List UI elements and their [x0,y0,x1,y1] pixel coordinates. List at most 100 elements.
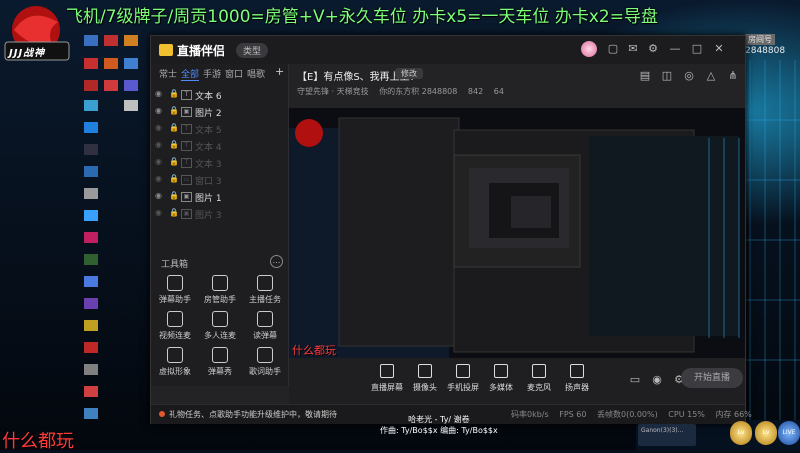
stream-preview[interactable] [289,108,745,358]
tool-label: 弹幕助手 [159,295,191,304]
visibility-icon[interactable]: ◉ [155,174,162,183]
viewer-count: 842 [467,87,484,96]
skin-icon[interactable]: ▢ [607,43,619,55]
danmaku-show-icon [212,347,228,363]
app-brand: 直播伴侣 [159,42,225,59]
mode-selector[interactable]: 类型 [236,43,269,58]
tool-6[interactable]: 读弹幕 [243,311,287,341]
visibility-icon[interactable]: ◉ [155,157,162,166]
visibility-icon[interactable]: ◉ [155,106,162,115]
avatar[interactable] [581,41,597,57]
live-companion-window: 直播伴侣 类型 ▢ ✉ ⚙ — □ ✕ 常士 全部 手游 窗口 唱歌 + ◉ 🔒 T… [150,35,752,424]
scene-panel: 常士 全部 手游 窗口 唱歌 + ◉ 🔒 T 文本 6 ◉ 🔒 ▣ 图片 2 ◉ 🔒 T 文本 5 ◉ 🔒… [151,64,289,386]
control-label: 扬声器 [565,383,589,392]
tool-1[interactable]: 弹幕助手 [153,275,197,305]
tab-4[interactable]: 唱歌 [247,67,265,80]
eye-icon[interactable]: ◉ [651,374,663,386]
live-badge: LIVE [778,421,800,445]
layer-item[interactable]: ◉ 🔒 ▭ 窗口 3 [155,173,281,189]
share-icon[interactable]: ⋔ [727,70,739,82]
tool-9[interactable]: 歌词助手 [243,347,287,377]
overlay-mid-text: 什么都玩 [292,344,336,357]
tab-1[interactable]: 全部 [181,67,200,81]
lock-icon[interactable]: 🔒 [169,157,179,166]
lock-icon[interactable]: 🔒 [169,140,179,149]
layer-item[interactable]: ◉ 🔒 ▣ 图片 2 [155,105,281,121]
status-text: 礼物任务、点歌助手功能升级维护中，敬请期待 [169,410,337,419]
camera-icon [418,364,432,378]
layer-type-icon: T [181,141,192,151]
dropped-frames: 丢帧数0(0.00%) [597,410,658,419]
tool-3[interactable]: 主播任务 [243,275,287,305]
lock-icon[interactable]: 🔒 [169,191,179,200]
close-icon[interactable]: ✕ [713,43,725,55]
song-ticker: 哈老光 - Ty/ 谢卷 作曲: Ty/Bo$$x 编曲: Ty/Bo$$x [380,414,498,436]
layer-item[interactable]: ◉ 🔒 T 文本 3 [155,156,281,172]
control-label: 麦克风 [527,383,551,392]
fan-count: 64 [493,87,504,96]
settings-icon[interactable]: ⚙ [647,43,659,55]
overlay-promo-text: 飞机/7级牌子/周贡1000=房管+V+永久车位 办卡x5=一天车位 办卡x2=… [66,7,658,27]
tool-4[interactable]: 视频连麦 [153,311,197,341]
tab-0[interactable]: 常士 [159,67,177,80]
level-badge-2: Lv [755,421,777,445]
tab-3[interactable]: 窗口 [225,67,243,80]
tool-label: 歌词助手 [249,367,281,376]
app-logo-icon [159,44,173,56]
stream-stats: 码率0kb/s FPS 60 丢帧数0(0.00%) CPU 15% 内存 66… [511,409,760,420]
notification-icon[interactable]: △ [705,70,717,82]
read-danmaku-icon [257,311,273,327]
mail-icon[interactable]: ✉ [627,43,639,55]
layer-type-icon: ▭ [181,175,192,185]
speaker-icon [570,364,584,378]
tool-7[interactable]: 虚拟形象 [153,347,197,377]
control-label: 多媒体 [489,383,513,392]
tool-8[interactable]: 弹幕秀 [198,347,242,377]
control-label: 直播屏幕 [371,383,403,392]
tool-5[interactable]: 多人连麦 [198,311,242,341]
layer-item[interactable]: ◉ 🔒 T 文本 4 [155,139,281,155]
camera-switch-icon[interactable]: ◎ [683,70,695,82]
modify-title-button[interactable]: 修改 [395,68,423,79]
toolbox-more-button[interactable]: … [270,255,283,268]
lock-icon[interactable]: 🔒 [169,174,179,183]
media-icon [494,364,508,378]
visibility-icon[interactable]: ◉ [155,89,162,98]
multi-link-icon [212,311,228,327]
tool-label: 房管助手 [204,295,236,304]
lock-icon[interactable]: 🔒 [169,208,179,217]
layer-name: 文本 4 [195,143,222,153]
fps: FPS 60 [559,410,587,419]
source-controls: 直播屏幕 摄像头 手机投屏 多媒体 麦克风 扬声器 ▭ ◉ ⚙ [289,358,745,404]
game-category[interactable]: 守望先锋 · 天梯竞技 [297,87,369,96]
visibility-icon[interactable]: ◉ [155,208,162,217]
lock-icon[interactable]: 🔒 [169,106,179,115]
tool-2[interactable]: 房管助手 [198,275,242,305]
phone-cast-icon [456,364,470,378]
tool-label: 主播任务 [249,295,281,304]
layer-type-icon: T [181,124,192,134]
layer-name: 图片 3 [195,211,222,221]
visibility-icon[interactable]: ◉ [155,123,162,132]
record-icon[interactable]: ▭ [629,374,641,386]
layer-item[interactable]: ◉ 🔒 ▣ 图片 1 [155,190,281,206]
layer-type-icon: T [181,158,192,168]
control-6[interactable]: 扬声器 [554,364,600,393]
layer-item[interactable]: ◉ 🔒 T 文本 5 [155,122,281,138]
tab-2[interactable]: 手游 [203,67,221,80]
layout-icon[interactable]: ▤ [639,70,651,82]
gift-icon[interactable]: ◫ [661,70,673,82]
lock-icon[interactable]: 🔒 [169,123,179,132]
avatar-icon [167,347,183,363]
task-icon [257,275,273,291]
start-live-button[interactable]: 开始直播 [681,368,743,388]
layer-item[interactable]: ◉ 🔒 T 文本 6 [155,88,281,104]
visibility-icon[interactable]: ◉ [155,140,162,149]
layer-item[interactable]: ◉ 🔒 ▣ 图片 3 [155,207,281,223]
viewer-card[interactable]: Ganon(3)(3)... [638,424,696,446]
visibility-icon[interactable]: ◉ [155,191,162,200]
add-scene-button[interactable]: + [275,65,284,78]
maximize-icon[interactable]: □ [691,43,703,55]
lock-icon[interactable]: 🔒 [169,89,179,98]
minimize-icon[interactable]: — [669,43,681,55]
